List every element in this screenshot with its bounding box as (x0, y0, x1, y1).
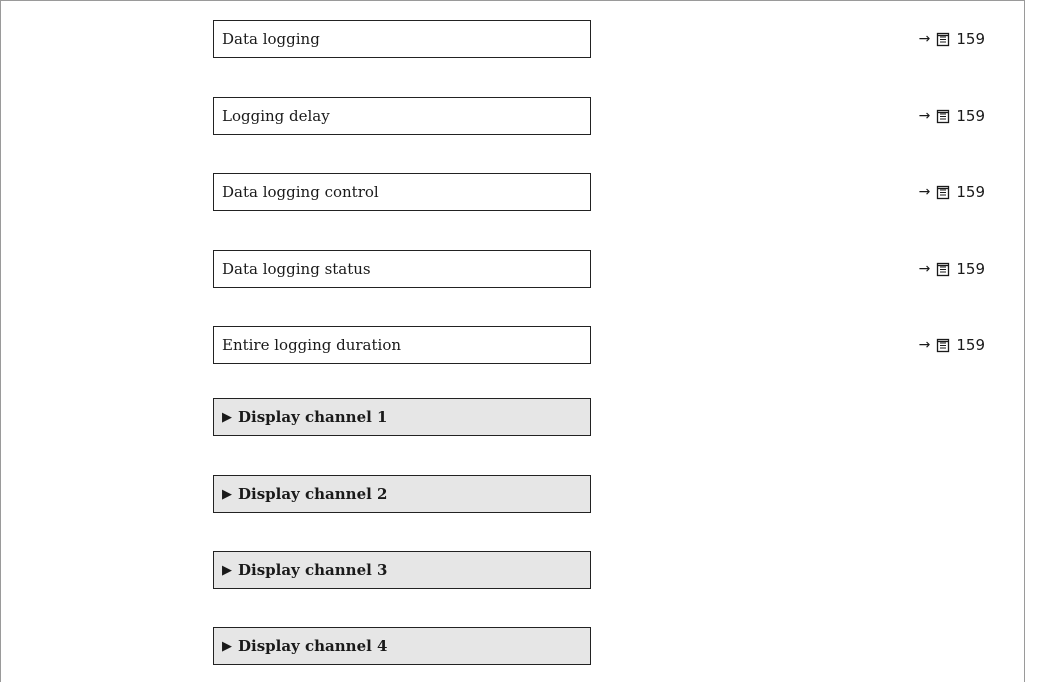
page-border-left (0, 0, 1, 682)
submenu-label: Display channel 4 (238, 637, 388, 655)
book-page-icon (936, 262, 950, 277)
parameter-data-logging-control[interactable]: Data logging control (213, 173, 591, 211)
arrow-right-icon: → (918, 31, 931, 47)
parameter-data-logging-status[interactable]: Data logging status (213, 250, 591, 288)
page-number: 159 (956, 30, 985, 48)
page-reference[interactable]: → 159 (919, 173, 985, 211)
page-number: 159 (956, 183, 985, 201)
page-reference[interactable]: → 159 (919, 250, 985, 288)
book-page-icon (936, 338, 950, 353)
page-border-right (1024, 0, 1025, 682)
parameter-label: Data logging (222, 30, 320, 48)
parameter-label: Data logging status (222, 260, 371, 278)
page-number: 159 (956, 107, 985, 125)
parameter-logging-delay[interactable]: Logging delay (213, 97, 591, 135)
book-page-icon (936, 185, 950, 200)
parameter-label: Entire logging duration (222, 336, 402, 354)
triangle-right-icon: ▶ (222, 562, 232, 578)
arrow-right-icon: → (918, 184, 931, 200)
page-number: 159 (956, 336, 985, 354)
arrow-right-icon: → (918, 261, 931, 277)
submenu-display-channel-3[interactable]: ▶ Display channel 3 (213, 551, 591, 589)
parameter-entire-logging-duration[interactable]: Entire logging duration (213, 326, 591, 364)
triangle-right-icon: ▶ (222, 638, 232, 654)
arrow-right-icon: → (918, 337, 931, 353)
submenu-label: Display channel 2 (238, 485, 388, 503)
triangle-right-icon: ▶ (222, 486, 232, 502)
page-border-top (0, 0, 1025, 1)
submenu-label: Display channel 1 (238, 408, 388, 426)
triangle-right-icon: ▶ (222, 409, 232, 425)
page-reference[interactable]: → 159 (919, 326, 985, 364)
page-reference[interactable]: → 159 (919, 97, 985, 135)
submenu-display-channel-4[interactable]: ▶ Display channel 4 (213, 627, 591, 665)
book-page-icon (936, 32, 950, 47)
parameter-label: Data logging control (222, 183, 379, 201)
parameter-label: Logging delay (222, 107, 330, 125)
submenu-label: Display channel 3 (238, 561, 388, 579)
page-number: 159 (956, 260, 985, 278)
parameter-data-logging[interactable]: Data logging (213, 20, 591, 58)
submenu-display-channel-2[interactable]: ▶ Display channel 2 (213, 475, 591, 513)
book-page-icon (936, 109, 950, 124)
arrow-right-icon: → (918, 108, 931, 124)
page-reference[interactable]: → 159 (919, 20, 985, 58)
submenu-display-channel-1[interactable]: ▶ Display channel 1 (213, 398, 591, 436)
